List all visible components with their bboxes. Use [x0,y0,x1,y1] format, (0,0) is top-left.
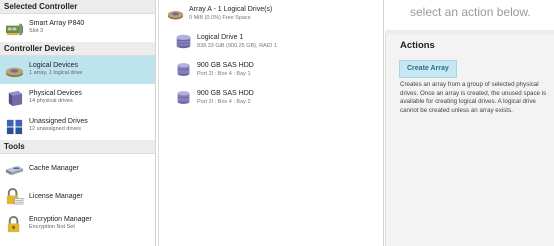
actions-panel: Actions Create Array Creates an array fr… [385,34,554,246]
sidebar-item-cache-manager[interactable]: Cache Manager [0,154,155,182]
action-prompt-area: select an action below. [385,0,554,30]
sidebar-item-unassigned-drives[interactable]: Unassigned Drives 12 unassigned drives [0,112,155,140]
array-icon [167,10,184,20]
drive-location: Port 2I : Box 4 : Bay 2 [197,99,251,105]
logical-devices-tree: Array A - 1 Logical Drive(s) 0 MiB (0.0%… [158,0,384,246]
logical-drive-details: 838.33 GiB (900.25 GB), RAID 1 [197,43,277,49]
sidebar-item-label: Physical Devices [29,90,82,97]
sidebar-item-label: Unassigned Drives [29,118,88,125]
sidebar-item-encryption-manager[interactable]: Encryption Manager Encryption Not Set [0,210,155,238]
physical-devices-icon [8,90,23,107]
sidebar-item-label: Cache Manager [29,165,79,172]
physical-drive-node[interactable]: 900 GB SAS HDD Port 2I : Box 4 : Bay 1 [175,59,375,81]
create-array-description: Creates an array from a group of selecte… [400,81,547,114]
logical-drive-icon [176,34,191,49]
actions-heading: Actions [400,40,435,51]
encryption-manager-icon [7,215,20,233]
array-free-space: 0 MiB (0.0%) Free Space [189,15,251,21]
sidebar-item-license-manager[interactable]: License Manager [0,182,155,210]
action-prompt: select an action below. [410,5,531,19]
drive-title: 900 GB SAS HDD [197,62,254,69]
sidebar-item-label: Logical Devices [29,62,79,69]
physical-drive-node[interactable]: 900 GB SAS HDD Port 2I : Box 4 : Bay 2 [175,87,375,109]
logical-devices-icon [5,67,24,78]
cache-manager-icon [5,165,24,176]
unassigned-drives-icon [6,119,23,135]
sidebar-item-logical-devices[interactable]: Logical Devices 1 array, 1 logical drive [0,56,155,84]
hard-drive-icon [177,63,190,76]
sidebar-item-sublabel: 12 unassigned drives [29,126,81,132]
controller-slot: Slot 3 [29,28,44,34]
controller-item[interactable]: Smart Array P840 Slot 3 [0,14,155,42]
drive-title: 900 GB SAS HDD [197,90,254,97]
hard-drive-icon [177,91,190,104]
drive-location: Port 2I : Box 4 : Bay 1 [197,71,251,77]
section-header-controller-devices: Controller Devices [0,42,155,56]
sidebar-item-label: Encryption Manager [29,216,92,223]
sidebar-item-sublabel: 1 array, 1 logical drive [29,70,83,76]
logical-drive-node[interactable]: Logical Drive 1 838.33 GiB (900.25 GB), … [175,31,375,53]
section-header-selected-controller: Selected Controller [0,0,155,14]
array-title: Array A - 1 Logical Drive(s) [189,6,273,13]
array-node[interactable]: Array A - 1 Logical Drive(s) 0 MiB (0.0%… [167,3,377,25]
sidebar-item-physical-devices[interactable]: Physical Devices 14 physical drives [0,84,155,112]
controller-name: Smart Array P840 [29,20,85,27]
create-array-button[interactable]: Create Array [399,60,457,78]
sidebar-item-sublabel: Encryption Not Set [29,224,75,230]
logical-drive-title: Logical Drive 1 [197,34,244,41]
license-manager-icon [6,187,24,205]
sidebar: Selected Controller Smart Array P840 Slo… [0,0,156,246]
section-header-tools: Tools [0,140,155,154]
sidebar-item-label: License Manager [29,193,83,200]
sidebar-item-sublabel: 14 physical drives [29,98,73,104]
controller-card-icon [5,23,24,36]
